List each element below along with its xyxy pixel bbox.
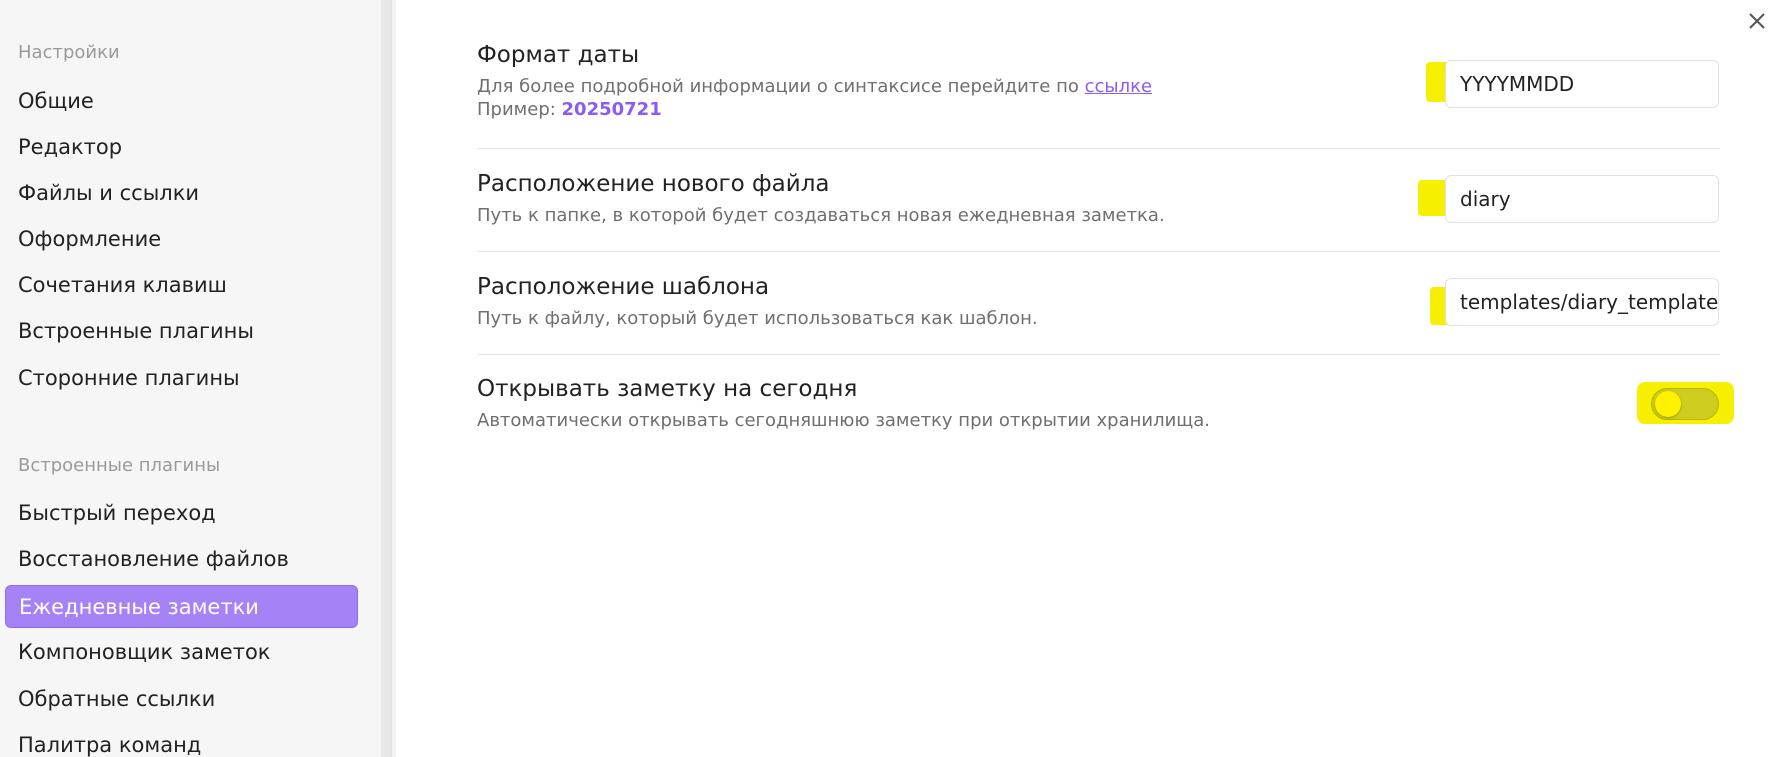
- setting-description: Автоматически открывать сегодняшнюю заме…: [477, 410, 1211, 431]
- new-file-location-field[interactable]: [1445, 175, 1719, 223]
- open-today-toggle[interactable]: [1637, 382, 1734, 424]
- sidebar-item-general[interactable]: Общие: [5, 80, 358, 123]
- close-icon: [1749, 13, 1765, 29]
- sidebar-divider: [391, 0, 396, 757]
- description-text: Для более подробной информации о синтакс…: [477, 76, 1085, 97]
- template-location-field[interactable]: [1445, 278, 1719, 326]
- setting-open-today: Открывать заметку на сегодня Автоматичес…: [477, 376, 1720, 431]
- template-location-input[interactable]: [1446, 279, 1718, 325]
- setting-title: Открывать заметку на сегодня: [477, 376, 858, 402]
- row-divider: [477, 354, 1720, 355]
- sidebar-item-files-links[interactable]: Файлы и ссылки: [5, 172, 358, 215]
- example-value: 20250721: [561, 99, 662, 120]
- settings-sidebar: Настройки Общие Редактор Файлы и ссылки …: [0, 0, 381, 757]
- sidebar-heading-core-plugins: Встроенные плагины: [18, 455, 221, 476]
- sidebar-item-file-recovery[interactable]: Восстановление файлов: [5, 538, 358, 581]
- toggle-knob: [1655, 391, 1681, 417]
- close-button[interactable]: [1742, 6, 1772, 36]
- new-file-location-input[interactable]: [1446, 176, 1718, 222]
- sidebar-item-quick-switcher[interactable]: Быстрый переход: [5, 492, 358, 535]
- toggle-track[interactable]: [1651, 388, 1719, 420]
- sidebar-item-backlinks[interactable]: Обратные ссылки: [5, 678, 358, 721]
- sidebar-item-hotkeys[interactable]: Сочетания клавиш: [5, 264, 358, 307]
- sidebar-scrollbar[interactable]: [381, 0, 391, 757]
- sidebar-item-community-plugins[interactable]: Сторонние плагины: [5, 357, 358, 400]
- sidebar-item-appearance[interactable]: Оформление: [5, 218, 358, 261]
- example-label: Пример:: [477, 99, 562, 120]
- syntax-link[interactable]: ссылке: [1085, 76, 1152, 97]
- settings-window: Настройки Общие Редактор Файлы и ссылки …: [0, 0, 1780, 757]
- sidebar-item-command-palette[interactable]: Палитра команд: [5, 724, 358, 757]
- date-format-input[interactable]: [1446, 61, 1718, 107]
- row-divider: [477, 251, 1720, 252]
- date-format-field[interactable]: [1445, 60, 1719, 108]
- sidebar-item-note-composer[interactable]: Компоновщик заметок: [5, 631, 358, 674]
- sidebar-item-editor[interactable]: Редактор: [5, 126, 358, 169]
- sidebar-item-core-plugins[interactable]: Встроенные плагины: [5, 310, 358, 353]
- sidebar-item-daily-notes[interactable]: Ежедневные заметки: [5, 585, 358, 628]
- row-divider: [477, 148, 1720, 149]
- sidebar-heading-settings: Настройки: [18, 42, 120, 63]
